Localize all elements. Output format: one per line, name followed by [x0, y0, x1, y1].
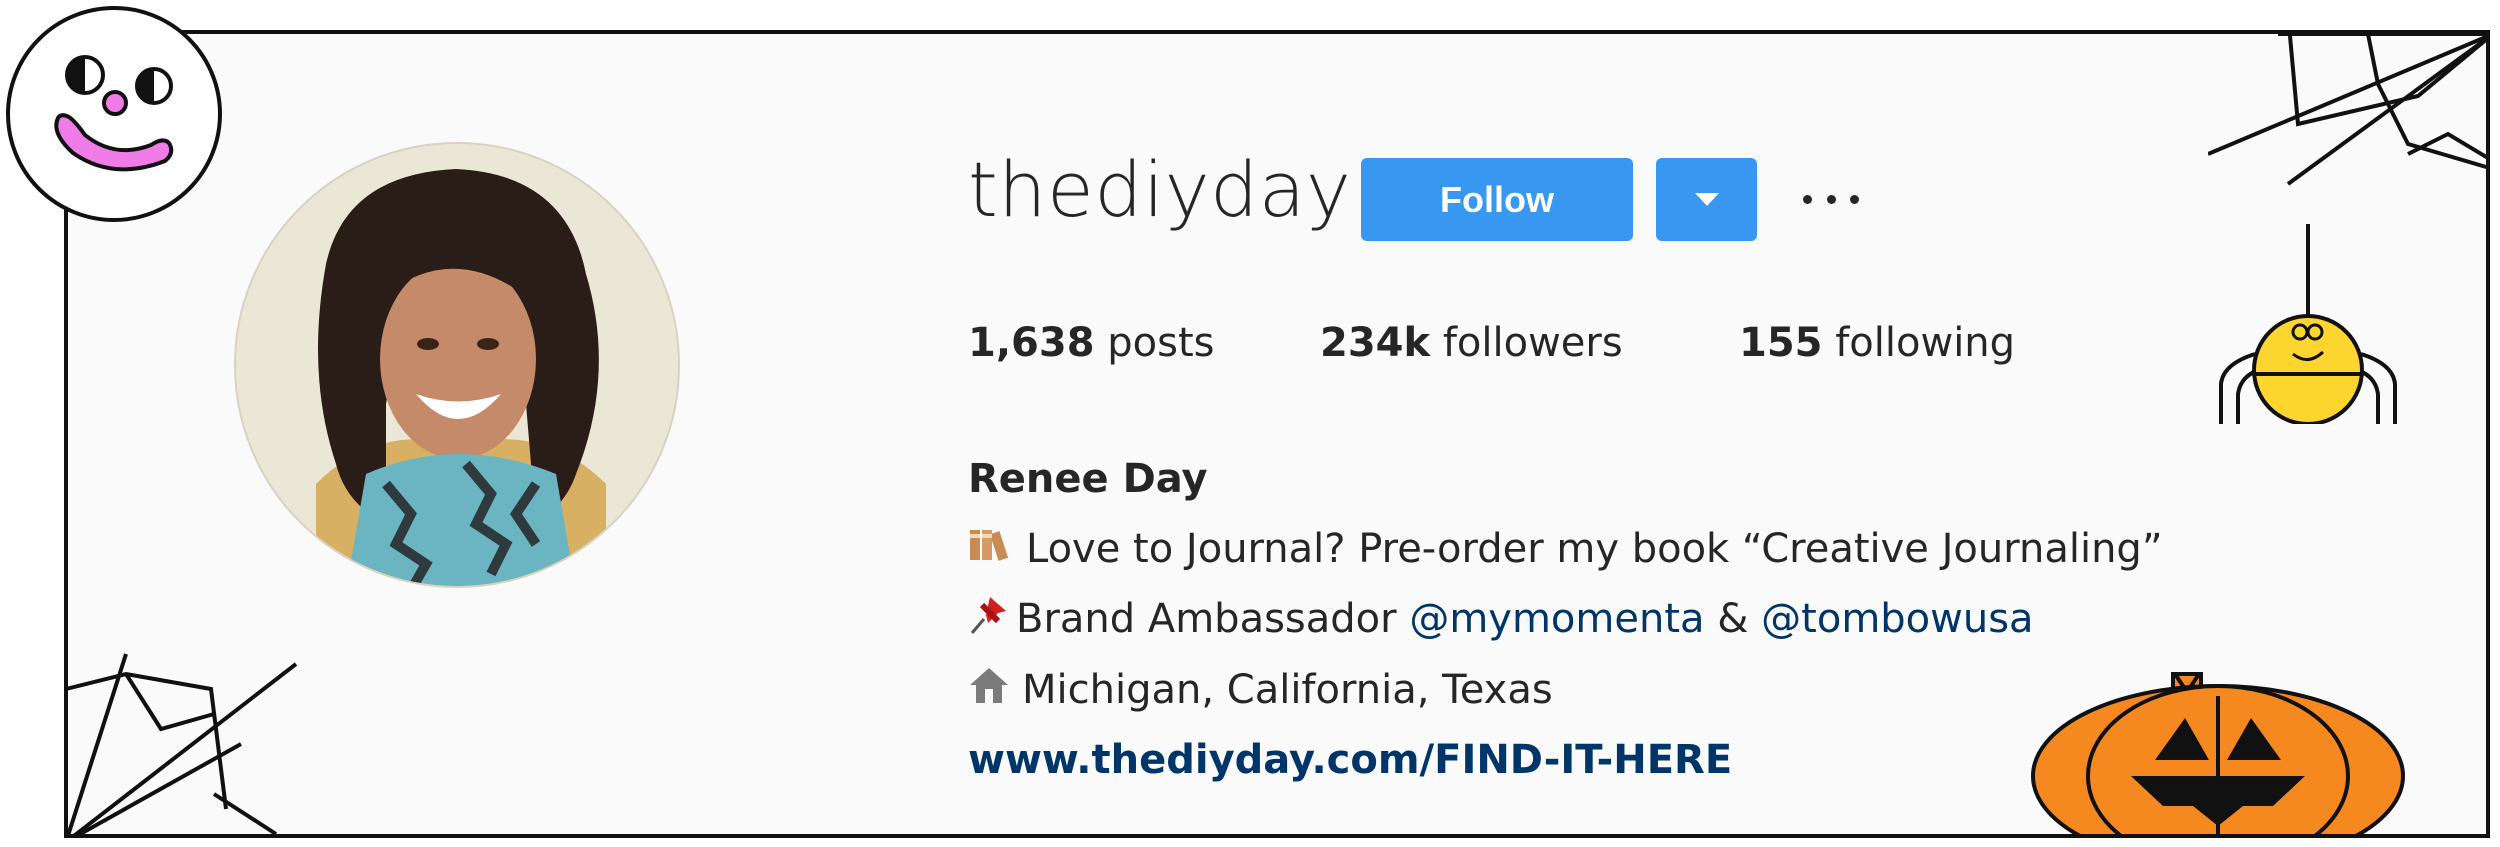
profile-avatar[interactable] — [234, 142, 680, 588]
chevron-down-icon — [1694, 193, 1719, 206]
mention-link-tombowusa[interactable]: @tombowusa — [1761, 596, 2033, 642]
books-emoji-icon — [968, 526, 1014, 572]
followers-label: followers — [1442, 320, 1623, 366]
profile-card: thediyday Follow 1,638 posts 234k follow… — [64, 30, 2490, 838]
following-stat[interactable]: 155 following — [1739, 320, 2015, 366]
clown-face-decoration — [6, 6, 222, 222]
pumpkin-decoration — [2031, 672, 2405, 834]
bio-line-location: Michigan, California, Texas — [968, 665, 1553, 715]
bio-line-book: Love to Journal? Pre-order my book “Crea… — [968, 524, 2163, 574]
bio-line-ambassador: Brand Ambassador @mymomenta & @tombowusa — [968, 594, 2034, 644]
follow-button[interactable]: Follow — [1361, 158, 1633, 241]
posts-label: posts — [1107, 320, 1215, 366]
profile-full-name: Renee Day — [968, 456, 1208, 502]
profile-username: thediyday — [968, 145, 1352, 234]
followers-stat[interactable]: 234k followers — [1320, 320, 1623, 366]
following-label: following — [1835, 320, 2016, 366]
bio-line-ambassador-text: Brand Ambassador — [1016, 596, 1397, 642]
more-options-button[interactable] — [1803, 184, 1859, 214]
suggestions-dropdown-button[interactable] — [1656, 158, 1757, 241]
pushpin-emoji-icon — [968, 593, 1012, 645]
posts-stat: 1,638 posts — [968, 320, 1214, 366]
spider-web-decoration — [68, 653, 298, 834]
posts-count: 1,638 — [968, 320, 1095, 366]
mention-link-mymomenta[interactable]: @mymomenta — [1409, 596, 1704, 642]
more-dot-icon — [1826, 194, 1836, 204]
following-count: 155 — [1739, 320, 1823, 366]
bio-ampersand: & — [1717, 596, 1749, 642]
spider-web-decoration — [2208, 34, 2486, 186]
more-dot-icon — [1850, 194, 1859, 204]
bio-line-book-text: Love to Journal? Pre-order my book “Crea… — [1026, 526, 2163, 572]
house-icon — [968, 665, 1010, 715]
spider-decoration — [2219, 224, 2397, 424]
website-link[interactable]: www.thediyday.com/FIND-IT-HERE — [968, 735, 1732, 785]
followers-count: 234k — [1320, 320, 1431, 366]
bio-line-location-text: Michigan, California, Texas — [1022, 667, 1553, 713]
more-dot-icon — [1803, 194, 1812, 204]
